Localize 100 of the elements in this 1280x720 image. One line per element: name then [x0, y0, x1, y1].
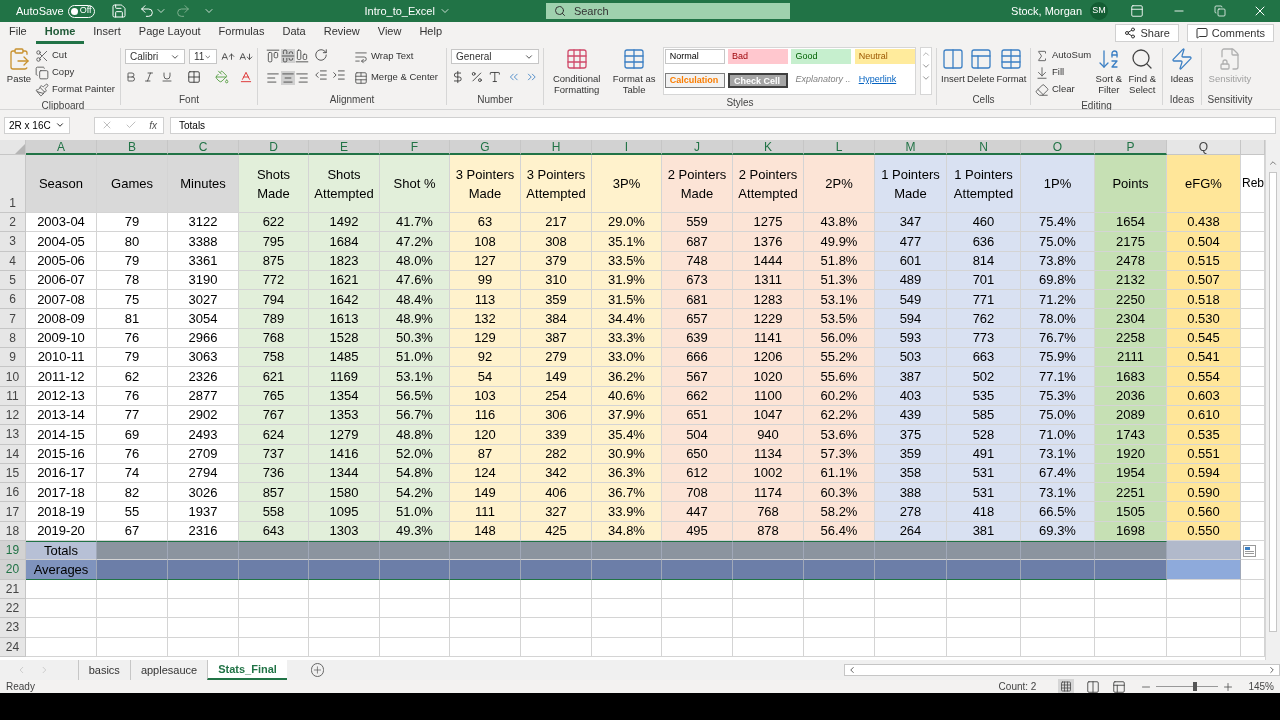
insert-function-button[interactable]: fx — [149, 117, 157, 133]
column-header[interactable]: A — [26, 140, 97, 155]
number-format-field[interactable]: General — [451, 49, 539, 64]
quick-analysis-icon[interactable] — [1243, 545, 1256, 557]
row-header[interactable]: 17 — [0, 502, 26, 522]
ribbon-tab[interactable]: Help — [410, 22, 452, 44]
comma-style-icon[interactable] — [488, 70, 502, 84]
redo-icon[interactable] — [174, 3, 191, 19]
row-header[interactable]: 22 — [0, 598, 26, 619]
sort-filter-button[interactable]: Sort & Filter — [1093, 47, 1125, 98]
font-color-icon[interactable] — [239, 70, 253, 84]
row-header[interactable]: 20 — [0, 560, 26, 580]
find-select-button[interactable]: Find & Select — [1126, 47, 1158, 98]
column-header[interactable]: J — [662, 140, 733, 155]
row-header[interactable]: 4 — [0, 251, 26, 271]
scrollbar-thumb[interactable] — [1269, 172, 1277, 632]
column-header[interactable]: L — [804, 140, 875, 155]
copy-button[interactable]: Copy — [35, 64, 115, 81]
format-as-table-button[interactable]: Format as Table — [609, 47, 659, 95]
row-header[interactable]: 6 — [0, 290, 26, 310]
column-header[interactable]: I — [592, 140, 662, 155]
row-header[interactable]: 15 — [0, 463, 26, 484]
wrap-text-button[interactable]: Wrap Text — [353, 48, 438, 65]
currency-icon[interactable] — [451, 70, 465, 84]
column-header[interactable]: C — [168, 140, 239, 155]
row-header[interactable]: 24 — [0, 637, 26, 657]
align-left-icon[interactable] — [266, 71, 280, 85]
row-header[interactable]: 16 — [0, 483, 26, 503]
cell-style[interactable]: Bad — [728, 49, 789, 64]
zoom-level[interactable]: 145% — [1248, 679, 1274, 694]
insert-cells-button[interactable]: Insert — [941, 47, 965, 84]
format-cells-button[interactable]: Format — [996, 47, 1027, 84]
merge-center-button[interactable]: Merge & Center — [353, 69, 438, 86]
column-header[interactable]: P — [1095, 140, 1167, 155]
ribbon-tab[interactable]: File — [0, 22, 36, 44]
ribbon-tab[interactable]: Insert — [84, 22, 130, 44]
row-header[interactable]: 2 — [0, 213, 26, 233]
user-avatar[interactable]: SM — [1090, 2, 1108, 20]
scroll-up-icon[interactable] — [1268, 158, 1278, 168]
row-header[interactable]: 13 — [0, 425, 26, 445]
restore-icon[interactable] — [1214, 5, 1226, 17]
borders-icon[interactable] — [187, 70, 201, 84]
column-header[interactable]: F — [380, 140, 450, 155]
increase-indent-icon[interactable] — [331, 68, 346, 82]
ribbon-tab[interactable]: Formulas — [209, 22, 274, 44]
align-bottom-icon[interactable] — [295, 49, 310, 63]
fill-color-icon[interactable] — [215, 70, 229, 84]
column-header[interactable]: O — [1021, 140, 1095, 155]
orientation-icon[interactable] — [313, 48, 328, 62]
row-header[interactable]: 9 — [0, 348, 26, 368]
conditional-formatting-button[interactable]: Conditional Formatting — [548, 47, 606, 95]
formula-field[interactable]: Totals — [170, 116, 1276, 134]
row-header[interactable]: 7 — [0, 309, 26, 329]
slider-thumb[interactable] — [1192, 682, 1197, 691]
align-middle-icon[interactable] — [280, 49, 295, 63]
row-header[interactable]: 3 — [0, 232, 26, 252]
clear-button[interactable]: Clear — [1035, 81, 1092, 98]
ribbon-tab[interactable]: Page Layout — [129, 22, 210, 44]
column-header[interactable]: G — [450, 140, 521, 155]
comments-button[interactable]: Comments — [1186, 24, 1274, 42]
cut-button[interactable]: Cut — [35, 47, 115, 64]
format-painter-button[interactable]: Format Painter — [35, 81, 115, 98]
horizontal-scrollbar[interactable] — [843, 664, 1280, 676]
ideas-button[interactable]: Ideas — [1165, 47, 1199, 84]
ribbon-tab[interactable]: View — [368, 22, 411, 44]
paste-button[interactable]: Paste — [6, 47, 32, 98]
row-header[interactable]: 21 — [0, 579, 26, 599]
column-header[interactable]: N — [947, 140, 1021, 155]
search-field[interactable]: Search — [545, 3, 790, 19]
underline-icon[interactable] — [161, 71, 173, 83]
page-layout-view-icon[interactable] — [1086, 679, 1101, 694]
decrease-indent-icon[interactable] — [313, 68, 328, 82]
page-break-view-icon[interactable] — [1112, 679, 1127, 694]
row-header[interactable]: 8 — [0, 328, 26, 349]
row-header[interactable]: 18 — [0, 521, 26, 542]
row-header[interactable]: 11 — [0, 386, 26, 406]
align-center-icon[interactable] — [280, 71, 295, 85]
column-header[interactable]: K — [733, 140, 804, 155]
scroll-right-icon[interactable] — [1267, 665, 1277, 675]
zoom-slider[interactable] — [1156, 682, 1219, 691]
column-header[interactable]: H — [521, 140, 592, 155]
sheet-tab[interactable]: Stats_Final — [207, 660, 287, 680]
autosum-button[interactable]: AutoSum — [1035, 47, 1092, 64]
ribbon-display-icon[interactable] — [1130, 4, 1144, 18]
percent-icon[interactable] — [469, 70, 484, 84]
column-header[interactable]: D — [239, 140, 309, 155]
row-header[interactable]: 19 — [0, 541, 26, 561]
row-header[interactable]: 1 — [0, 155, 26, 213]
cell-style[interactable]: Neutral — [854, 49, 915, 64]
cell-style[interactable]: Good — [791, 49, 852, 64]
row-header[interactable]: 5 — [0, 270, 26, 291]
align-right-icon[interactable] — [295, 71, 310, 85]
column-header[interactable]: M — [875, 140, 947, 155]
cell-style[interactable]: Normal — [664, 49, 725, 64]
row-header[interactable]: 14 — [0, 444, 26, 464]
zoom-in-icon[interactable] — [1222, 680, 1235, 693]
row-header[interactable]: 12 — [0, 405, 26, 426]
row-header[interactable]: 23 — [0, 618, 26, 638]
align-top-icon[interactable] — [266, 49, 280, 63]
bold-icon[interactable] — [125, 71, 137, 83]
